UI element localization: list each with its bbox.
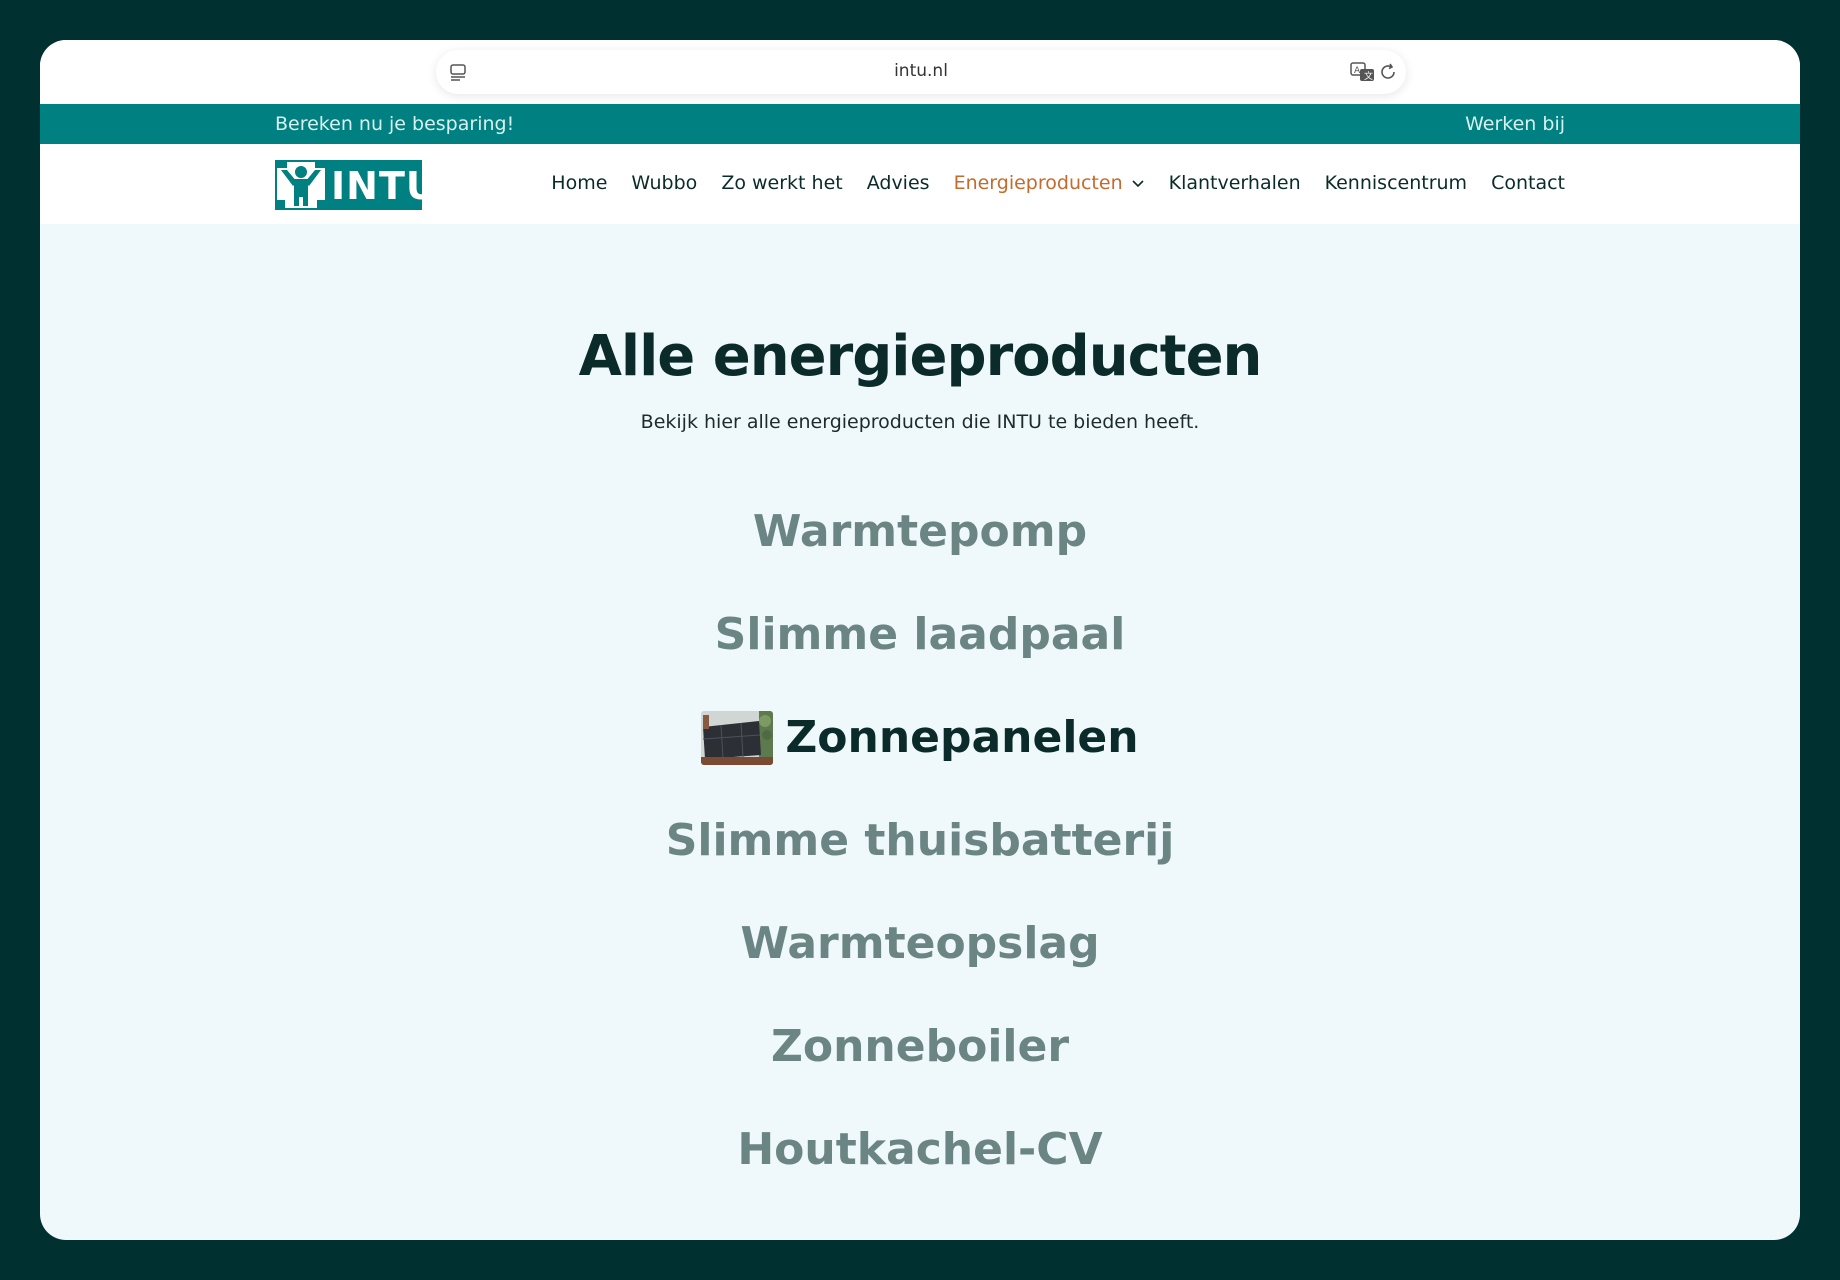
product-slimme-laadpaal[interactable]: Slimme laadpaal [40,583,1800,686]
nav-item-contact[interactable]: Contact [1491,172,1565,194]
product-slimme-thuisbatterij[interactable]: Slimme thuisbatterij [40,789,1800,892]
top-announcement-bar: Bereken nu je besparing! Werken bij [40,104,1800,144]
product-zonnepanelen[interactable]: Zonnepanelen [40,686,1800,789]
nav-item-energieproducten[interactable]: Energieproducten [954,172,1145,194]
product-zonnepanelen-label: Zonnepanelen [785,712,1139,763]
nav-item-klantverhalen[interactable]: Klantverhalen [1169,172,1301,194]
nav-item-kenniscentrum[interactable]: Kenniscentrum [1325,172,1467,194]
nav-item-home[interactable]: Home [551,172,607,194]
page-title: Alle energieproducten [578,324,1263,389]
intu-logo[interactable]: INTU [275,160,437,210]
product-list: Warmtepomp Slimme laadpaal Zonnepanelen … [40,480,1800,1201]
nav-item-wubbo[interactable]: Wubbo [631,172,697,194]
browser-toolbar: intu.nl A 文 [40,40,1800,104]
svg-text:A: A [1354,66,1361,76]
product-zonneboiler[interactable]: Zonneboiler [40,995,1800,1098]
primary-nav: Home Wubbo Zo werkt het Advies Energiepr… [551,172,1565,194]
solar-panel-image [701,710,774,765]
nav-item-energieproducten-label: Energieproducten [953,172,1123,194]
nav-item-advies[interactable]: Advies [867,172,930,194]
browser-window: intu.nl A 文 Bereken nu je besparing! Wer… [40,40,1800,1240]
careers-link[interactable]: Werken bij [1465,113,1565,135]
translate-icon[interactable]: A 文 [1350,61,1376,83]
product-warmteopslag[interactable]: Warmteopslag [40,892,1800,995]
address-bar[interactable]: intu.nl A 文 [436,50,1406,94]
page-subtitle: Bekijk hier alle energieproducten die IN… [640,411,1200,433]
product-warmtepomp[interactable]: Warmtepomp [40,480,1800,583]
main-navbar: INTU Home Wubbo Zo werkt het Advies Ener… [40,144,1800,224]
svg-text:文: 文 [1364,70,1373,82]
reload-icon[interactable] [1378,62,1398,82]
calculate-savings-link[interactable]: Bereken nu je besparing! [275,113,514,135]
product-houtkachel-cv[interactable]: Houtkachel-CV [40,1098,1800,1201]
url-text[interactable]: intu.nl [436,61,1406,81]
chevron-down-icon [1132,180,1144,188]
logo-text: INTU [331,164,438,208]
nav-item-zo-werkt-het[interactable]: Zo werkt het [721,172,842,194]
